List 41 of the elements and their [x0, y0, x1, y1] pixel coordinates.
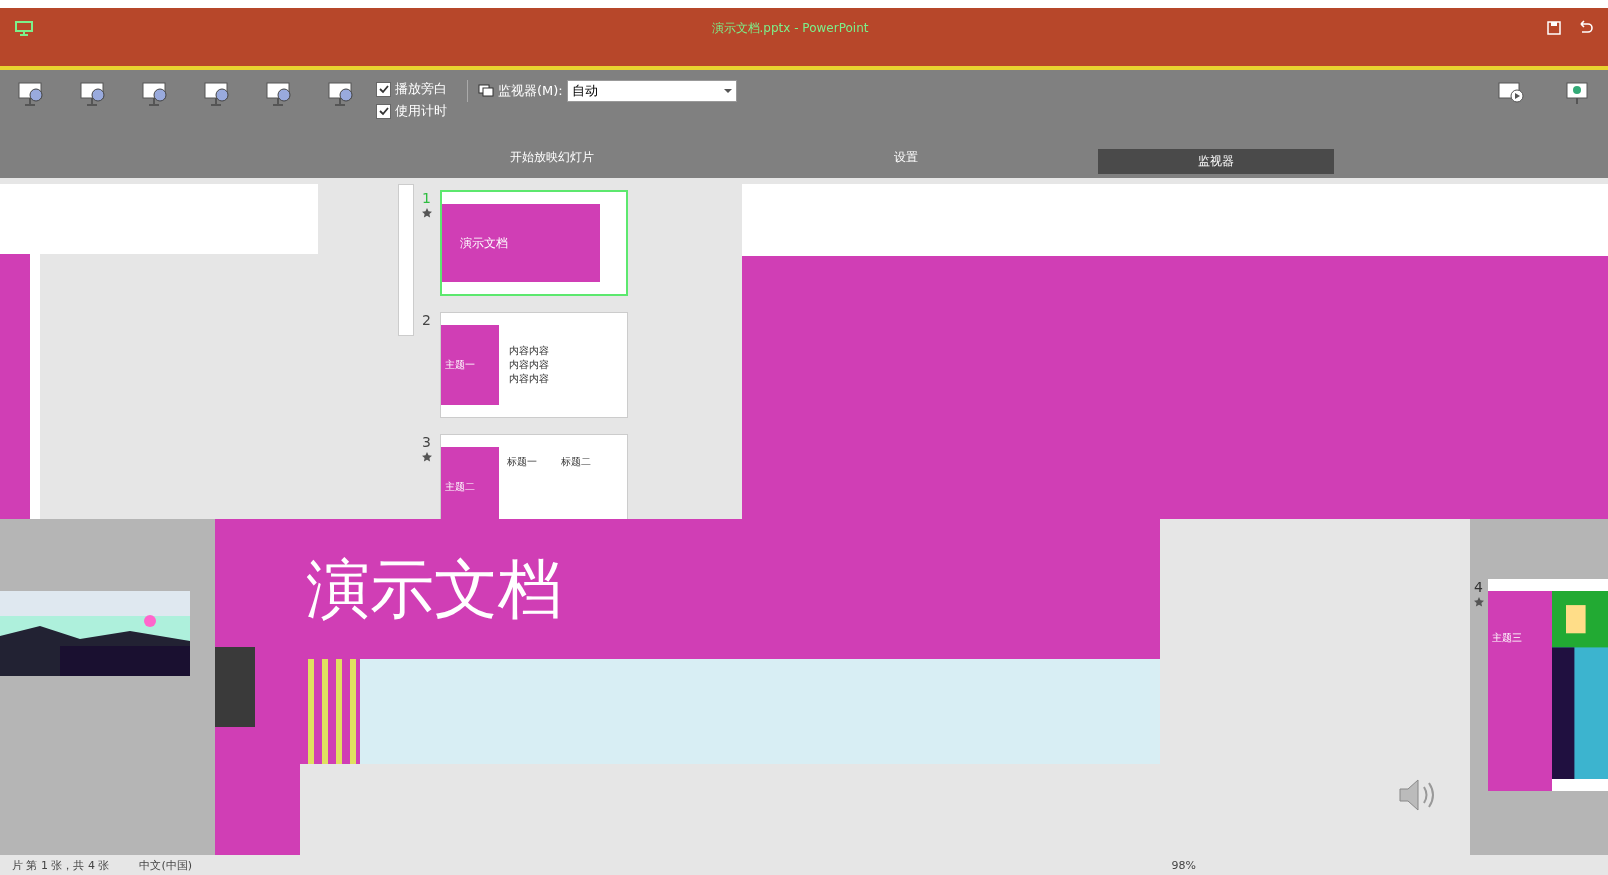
slide-number: 2 [422, 312, 432, 328]
ribbon-command-icon[interactable] [16, 80, 46, 108]
thumbnail-title: 主题二 [445, 480, 475, 494]
thumbnail-heading: 标题二 [561, 455, 591, 469]
slide-number: 4 [1474, 579, 1484, 595]
ribbon-command-icon[interactable] [202, 80, 232, 108]
slide-title: 演示文档 [306, 550, 562, 628]
thumbnail-bullet: 内容内容 [509, 358, 549, 372]
checkbox[interactable] [376, 103, 391, 119]
thumbnail-bullet: 内容内容 [509, 372, 549, 386]
thumbnail-title: 主题一 [445, 358, 475, 372]
zoom-level[interactable]: 98% [1171, 858, 1196, 872]
group-label: 开始放映幻灯片 [510, 149, 594, 166]
checkbox-label: 使用计时 [395, 102, 447, 120]
thumbnail-heading: 标题一 [507, 455, 537, 469]
ribbon-command-icon[interactable] [140, 80, 170, 108]
checkbox-label: 播放旁白 [395, 80, 447, 98]
monitor-dropdown[interactable]: 自动 [566, 80, 737, 102]
save-icon[interactable] [1546, 20, 1562, 36]
language-label: 中文(中国) [139, 857, 193, 873]
slide-count: 片 第 1 张，共 4 张 [12, 857, 110, 873]
group-label: 监视器 [1098, 149, 1334, 174]
slide-thumbnail[interactable]: 主题一 内容内容 内容内容 内容内容 [440, 312, 628, 418]
thumbnail-bullet: 内容内容 [509, 344, 549, 358]
ribbon-command-icon[interactable] [326, 80, 356, 108]
monitor-label: 监视器(M): [498, 82, 563, 100]
slide-thumbnail[interactable]: 演示文档 [440, 190, 628, 296]
checkbox[interactable] [376, 81, 391, 97]
slide-number: 1 [422, 190, 432, 206]
thumbnail-title: 主题三 [1492, 632, 1522, 643]
monitor-icon [478, 84, 494, 98]
window-title: 演示文档.pptx - PowerPoint [710, 19, 870, 37]
ribbon-command-icon[interactable] [78, 80, 108, 108]
scroll-bar[interactable] [398, 184, 414, 336]
slide-thumbnail[interactable]: 主题二 标题一 标题二 [440, 434, 628, 519]
group-label: 设置 [894, 149, 918, 166]
thumbnail-title: 演示文档 [460, 234, 508, 252]
slide-number: 3 [422, 434, 432, 450]
slide-thumbnail[interactable]: 主题三 [1488, 579, 1608, 791]
slideshow-icon[interactable] [14, 20, 34, 36]
ribbon-command-icon[interactable] [264, 80, 294, 108]
